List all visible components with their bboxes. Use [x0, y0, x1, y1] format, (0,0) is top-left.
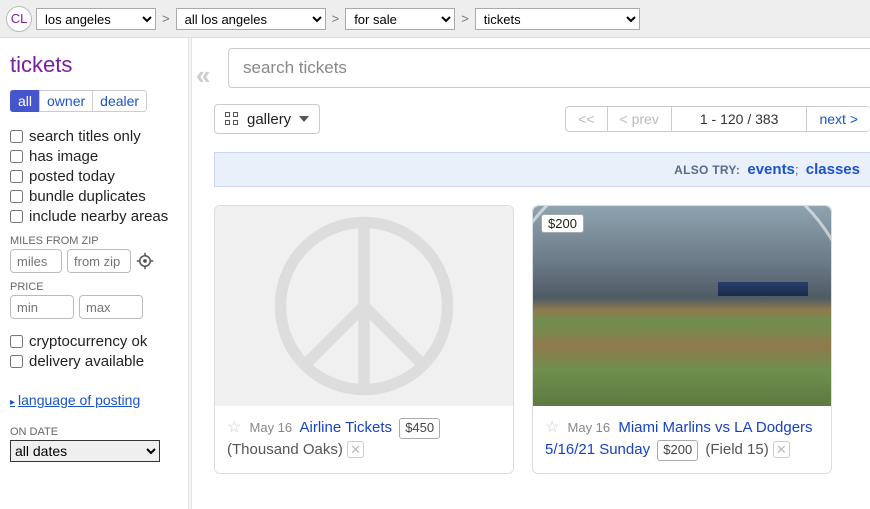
page-title: tickets: [10, 52, 180, 78]
on-date-select[interactable]: all dates: [10, 440, 160, 462]
crumb-separator: >: [459, 11, 471, 26]
crumb-section-select[interactable]: for sale: [345, 8, 455, 30]
extra-filter-list: cryptocurrency ok delivery available: [10, 333, 180, 370]
crumb-separator: >: [160, 11, 172, 26]
language-of-posting-link[interactable]: ▸language of posting: [10, 392, 140, 408]
crumb-area-select[interactable]: all los angeles: [176, 8, 326, 30]
listing-card[interactable]: ☆ May 16 Airline Tickets $450 (Thousand …: [214, 205, 514, 474]
listing-meta: ☆ May 16 Miami Marlins vs LA Dodgers 5/1…: [533, 406, 831, 473]
tab-owner[interactable]: owner: [39, 90, 92, 112]
pager: << < prev 1 - 120 / 383 next >: [566, 106, 870, 132]
on-date-label: ON DATE: [10, 426, 180, 438]
pager-first-button[interactable]: <<: [565, 106, 607, 132]
miles-input[interactable]: [10, 249, 62, 273]
search-bar: [228, 48, 870, 88]
also-try-events-link[interactable]: events: [747, 161, 795, 178]
listing-date: May 16: [568, 420, 611, 435]
price-label: PRICE: [10, 281, 180, 293]
listing-price: $450: [399, 418, 440, 439]
filter-has-image-checkbox[interactable]: [10, 150, 23, 163]
crumb-category-select[interactable]: tickets: [475, 8, 640, 30]
also-try-classes-link[interactable]: classes: [806, 161, 860, 178]
zip-input[interactable]: [67, 249, 131, 273]
filter-list: search titles only has image posted toda…: [10, 128, 180, 225]
site-logo[interactable]: CL: [6, 6, 32, 32]
tab-dealer[interactable]: dealer: [92, 90, 147, 112]
listing-thumbnail[interactable]: [215, 206, 513, 406]
grid-icon: [225, 112, 239, 126]
collapse-sidebar-icon[interactable]: «: [196, 60, 210, 91]
filter-crypto-label: cryptocurrency ok: [29, 333, 147, 350]
listings-grid: ☆ May 16 Airline Tickets $450 (Thousand …: [214, 205, 870, 474]
miles-from-zip-label: MILES FROM ZIP: [10, 235, 180, 247]
filter-titles-only-label: search titles only: [29, 128, 141, 145]
listing-card[interactable]: $200 ☆ May 16 Miami Marlins vs LA Dodger…: [532, 205, 832, 474]
listing-hood: (Thousand Oaks): [227, 441, 343, 458]
listing-date: May 16: [250, 420, 293, 435]
stadium-image: [533, 206, 831, 406]
price-min-input[interactable]: [10, 295, 74, 319]
also-try-banner: ALSO TRY: events; classes: [214, 152, 870, 187]
filter-posted-today-label: posted today: [29, 168, 115, 185]
hide-listing-icon[interactable]: ✕: [347, 441, 364, 458]
star-icon[interactable]: ☆: [545, 419, 559, 436]
placeholder-peace-icon: [215, 206, 513, 406]
page-title-link[interactable]: tickets: [10, 52, 72, 77]
owner-dealer-tabs: all owner dealer: [10, 90, 180, 112]
listing-thumbnail[interactable]: $200: [533, 206, 831, 406]
filter-nearby-label: include nearby areas: [29, 208, 168, 225]
content: « gallery << < prev 1 - 120 / 383 next >…: [192, 38, 870, 509]
pager-next-button[interactable]: next >: [806, 106, 870, 132]
listing-title-link[interactable]: Airline Tickets: [300, 419, 393, 436]
listing-meta: ☆ May 16 Airline Tickets $450 (Thousand …: [215, 406, 513, 473]
crumb-city-select[interactable]: los angeles: [36, 8, 156, 30]
thumbnail-price-tag: $200: [541, 214, 584, 233]
filter-has-image-label: has image: [29, 148, 98, 165]
sidebar: tickets all owner dealer search titles o…: [0, 38, 188, 509]
filter-titles-only-checkbox[interactable]: [10, 130, 23, 143]
listing-hood: (Field 15): [705, 441, 768, 458]
filter-delivery-checkbox[interactable]: [10, 355, 23, 368]
filter-delivery-label: delivery available: [29, 353, 144, 370]
filter-posted-today-checkbox[interactable]: [10, 170, 23, 183]
view-mode-button[interactable]: gallery: [214, 104, 320, 134]
chevron-down-icon: [299, 116, 309, 122]
toolbar: gallery << < prev 1 - 120 / 383 next >: [214, 104, 870, 134]
main-area: tickets all owner dealer search titles o…: [0, 38, 870, 509]
filter-bundle-dup-label: bundle duplicates: [29, 188, 146, 205]
view-mode-label: gallery: [247, 111, 291, 128]
breadcrumb-bar: CL los angeles > all los angeles > for s…: [0, 0, 870, 38]
tab-all[interactable]: all: [10, 90, 39, 112]
also-try-label: ALSO TRY:: [674, 163, 740, 177]
pager-range: 1 - 120 / 383: [671, 106, 808, 132]
star-icon[interactable]: ☆: [227, 419, 241, 436]
price-max-input[interactable]: [79, 295, 143, 319]
search-input[interactable]: [241, 57, 858, 79]
listing-price: $200: [657, 440, 698, 461]
filter-nearby-checkbox[interactable]: [10, 210, 23, 223]
filter-bundle-dup-checkbox[interactable]: [10, 190, 23, 203]
crumb-separator: >: [330, 11, 342, 26]
pager-prev-button[interactable]: < prev: [607, 106, 672, 132]
hide-listing-icon[interactable]: ✕: [773, 441, 790, 458]
locate-icon[interactable]: [136, 252, 154, 270]
filter-crypto-checkbox[interactable]: [10, 335, 23, 348]
